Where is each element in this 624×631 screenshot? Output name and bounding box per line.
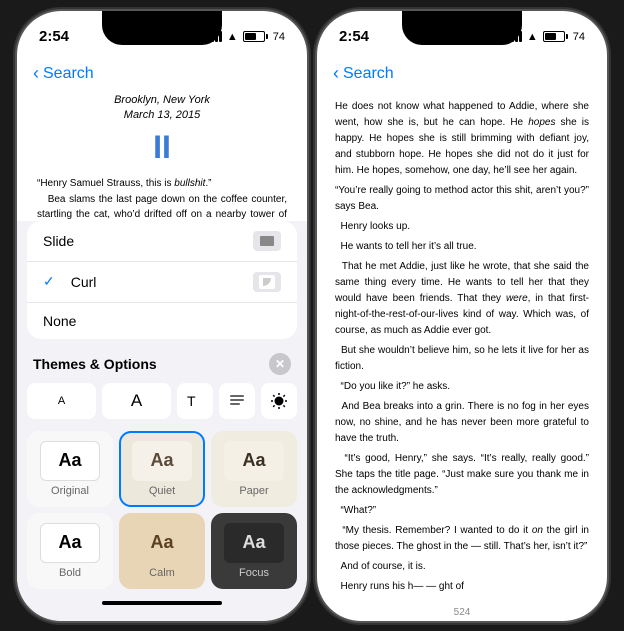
phones-container: 2:54 ▲ 74 ‹	[17, 11, 607, 621]
close-button[interactable]: ✕	[269, 353, 291, 375]
font-controls: A A T	[17, 379, 307, 423]
book-content-right: He does not know what happened to Addie,…	[317, 93, 607, 601]
chapter-number: II	[37, 129, 287, 166]
book-paragraph-2: “You’re really going to method actor thi…	[335, 183, 589, 215]
themes-header: Themes & Options ✕	[17, 345, 307, 379]
right-phone: 2:54 ▲ 74 ‹	[317, 11, 607, 621]
battery-label-right: 74	[573, 31, 585, 43]
theme-quiet[interactable]: Aa Quiet	[119, 431, 205, 507]
wifi-icon-right: ▲	[527, 31, 538, 43]
theme-bold[interactable]: Aa Bold	[27, 513, 113, 589]
theme-focus-label: Focus	[239, 567, 269, 579]
time-left: 2:54	[39, 28, 69, 45]
themes-grid: Aa Original Aa Quiet Aa Paper Aa Bold Aa	[17, 427, 307, 597]
small-a-label: A	[58, 395, 65, 407]
theme-calm-sample: Aa	[132, 523, 192, 563]
book-paragraph-13: Henry runs his h— — ght of	[335, 579, 589, 595]
back-button-left[interactable]: ‹ Search	[33, 63, 94, 84]
theme-paper[interactable]: Aa Paper	[211, 431, 297, 507]
book-paragraph-12: And of course, it is.	[335, 559, 589, 575]
font-large-button[interactable]: A	[102, 383, 171, 419]
page-number: 524	[317, 601, 607, 621]
book-paragraph-9: “It’s good, Henry,” she says. “It’s real…	[335, 451, 589, 499]
slide-label: Slide	[43, 233, 74, 249]
notch-right	[402, 11, 522, 45]
theme-bold-sample: Aa	[40, 523, 100, 563]
book-paragraph-5: That he met Addie, just like he wrote, t…	[335, 259, 589, 339]
chevron-left-icon-right: ‹	[333, 63, 339, 84]
back-label-left: Search	[43, 65, 94, 83]
book-paragraph-8: And Bea breaks into a grin. There is no …	[335, 399, 589, 447]
theme-calm-label: Calm	[149, 567, 175, 579]
book-paragraph-6: But she wouldn’t believe him, so he lets…	[335, 343, 589, 375]
theme-bold-label: Bold	[59, 567, 81, 579]
book-paragraph-11: “My thesis. Remember? I wanted to do it …	[335, 523, 589, 555]
slide-option[interactable]: Slide	[27, 221, 297, 262]
paragraph-button[interactable]	[219, 383, 255, 419]
battery-icon	[243, 31, 268, 42]
theme-focus-sample: Aa	[224, 523, 284, 563]
svg-text:T: T	[187, 393, 196, 409]
theme-original-label: Original	[51, 485, 89, 497]
notch	[102, 11, 222, 45]
book-paragraph-3: Henry looks up.	[335, 219, 589, 235]
theme-calm[interactable]: Aa Calm	[119, 513, 205, 589]
theme-paper-label: Paper	[239, 485, 268, 497]
slide-menu: Slide ✓ Curl	[27, 221, 297, 339]
left-phone: 2:54 ▲ 74 ‹	[17, 11, 307, 621]
theme-original[interactable]: Aa Original	[27, 431, 113, 507]
time-right: 2:54	[339, 28, 369, 45]
nav-bar-right: ‹ Search	[317, 55, 607, 93]
theme-paper-sample: Aa	[224, 441, 284, 481]
curl-option[interactable]: ✓ Curl	[27, 262, 297, 303]
book-paragraph-4: He wants to tell her it’s all true.	[335, 239, 589, 255]
brightness-button[interactable]	[261, 383, 297, 419]
slide-icon	[253, 231, 281, 251]
book-paragraph-1: He does not know what happened to Addie,…	[335, 99, 589, 179]
theme-quiet-label: Quiet	[149, 485, 175, 497]
check-icon: ✓	[43, 273, 55, 290]
large-a-label: A	[131, 391, 142, 411]
wifi-icon: ▲	[227, 31, 238, 43]
none-label: None	[43, 313, 76, 329]
font-small-button[interactable]: A	[27, 383, 96, 419]
book-paragraph-7: “Do you like it?” he asks.	[335, 379, 589, 395]
bottom-panel: Slide ✓ Curl	[17, 221, 307, 621]
back-button-right[interactable]: ‹ Search	[333, 63, 394, 84]
none-option[interactable]: None	[27, 303, 297, 339]
book-subtitle: Brooklyn, New YorkMarch 13, 2015	[37, 93, 287, 124]
themes-title: Themes & Options	[33, 356, 157, 372]
theme-original-sample: Aa	[40, 441, 100, 481]
back-label-right: Search	[343, 65, 394, 83]
font-type-button[interactable]: T	[177, 383, 213, 419]
battery-label: 74	[273, 31, 285, 43]
book-paragraph-10: “What?”	[335, 503, 589, 519]
curl-label: Curl	[71, 274, 97, 290]
home-indicator-left	[102, 601, 222, 605]
battery-icon-right	[543, 31, 568, 42]
nav-bar-left: ‹ Search	[17, 55, 307, 93]
chevron-left-icon: ‹	[33, 63, 39, 84]
theme-focus[interactable]: Aa Focus	[211, 513, 297, 589]
theme-quiet-sample: Aa	[132, 441, 192, 481]
curl-icon	[253, 272, 281, 292]
